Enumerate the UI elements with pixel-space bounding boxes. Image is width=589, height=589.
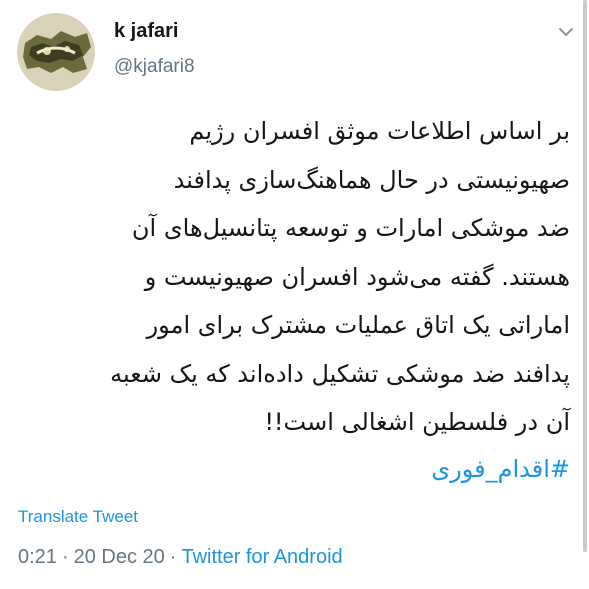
tweet-date: 20 Dec 20 (73, 546, 165, 568)
tweet-time: 0:21 (18, 546, 57, 568)
scrollbar[interactable] (583, 0, 587, 552)
tweet-text-line: ضد موشکی امارات و توسعه پتانسیل‌های آن (131, 214, 570, 242)
hashtag-link[interactable]: #اقدام_فوری (18, 445, 570, 493)
chevron-down-icon[interactable] (556, 22, 576, 42)
separator: · (169, 546, 177, 568)
tweet-card: k jafari @kjafari8 بر اساس اطلاعات موثق … (0, 0, 589, 589)
tweet-metadata: 0:21 · 20 Dec 20 · Twitter for Android (18, 546, 343, 569)
separator: · (61, 546, 69, 568)
avatar[interactable] (17, 13, 95, 91)
translate-tweet-link[interactable]: Translate Tweet (18, 507, 138, 527)
tweet-text-line: بر اساس اطلاعات موثق افسران رژیم (189, 117, 570, 145)
tweet-text: بر اساس اطلاعات موثق افسران رژیم صهیونیس… (18, 107, 570, 447)
tweet-source-link[interactable]: Twitter for Android (181, 546, 342, 568)
tweet-text-line: صهیونیستی در حال هماهنگ‌سازی پدافند (173, 165, 570, 194)
tweet-text-line: اماراتی یک اتاق عملیات مشترک برای امور (146, 311, 570, 339)
display-name[interactable]: k jafari (114, 20, 178, 43)
tweet-text-line: آن در فلسطین اشغالی است!! (264, 408, 570, 436)
tweet-text-line: پدافند ضد موشکی تشکیل داده‌اند که یک شعب… (110, 359, 570, 388)
user-handle[interactable]: @kjafari8 (114, 56, 195, 78)
tweet-text-line: هستند. گفته می‌شود افسران صهیونیست و (144, 262, 570, 291)
